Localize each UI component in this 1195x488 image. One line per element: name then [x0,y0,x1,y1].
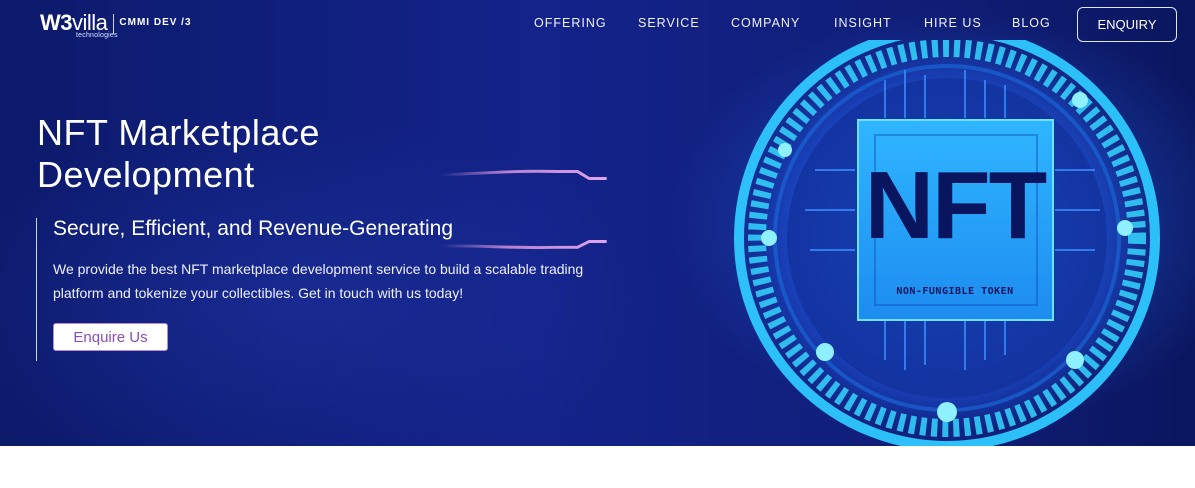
hero-banner: W3villa technologies CMMI DEV /3 OFFERIN… [0,0,1195,446]
logo-wordmark: W3villa [40,10,108,35]
page-body-start [0,446,1195,488]
logo-tagline: technologies [76,32,118,39]
nav-item-blog[interactable]: BLOG [1012,16,1062,30]
enquire-us-button[interactable]: Enquire Us [53,323,168,351]
nav-item-service[interactable]: SERVICE [638,16,731,30]
nav-item-offering[interactable]: OFFERING [534,16,638,30]
page-title: NFT Marketplace Development [37,112,320,195]
hero-subtitle: Secure, Efficient, and Revenue-Generatin… [53,217,454,240]
nav-item-insight[interactable]: INSIGHT [834,16,924,30]
nav-item-hire-us[interactable]: HIRE US [924,16,1012,30]
cmmi-badge: CMMI DEV /3 [119,17,192,28]
enquiry-button[interactable]: ENQUIRY [1077,7,1177,42]
nav-item-company[interactable]: COMPANY [731,16,834,30]
chip-label: NFT [865,152,1047,259]
main-nav: OFFERING SERVICE COMPANY INSIGHT HIRE US… [534,16,1062,30]
hero-content: Secure, Efficient, and Revenue-Generatin… [36,218,616,361]
hero-description: We provide the best NFT marketplace deve… [53,261,584,301]
logo-divider [113,14,115,34]
nft-coin-icon: NFT NON-FUNGIBLE TOKEN [725,40,1172,446]
chip-sublabel: NON-FUNGIBLE TOKEN [896,286,1013,297]
brand-logo[interactable]: W3villa technologies CMMI DEV /3 [40,12,192,42]
